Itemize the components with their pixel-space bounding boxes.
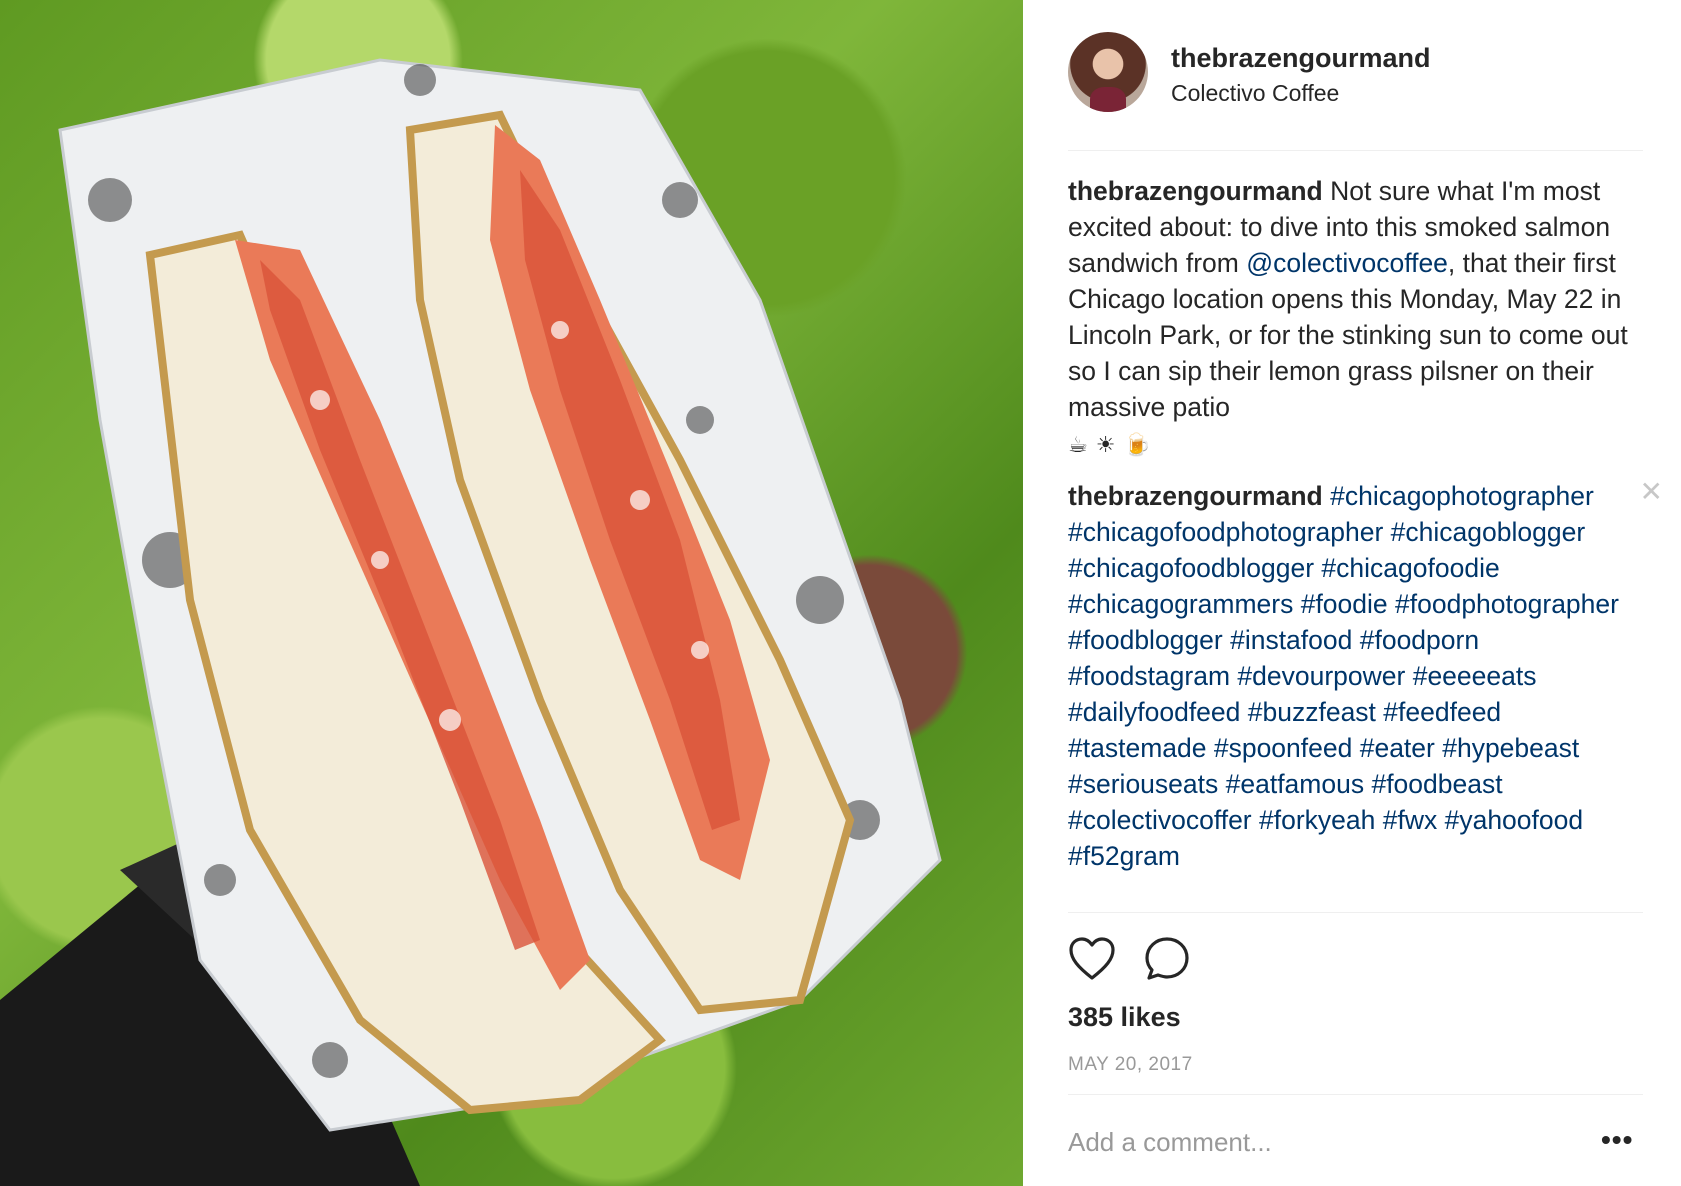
action-bar xyxy=(1068,936,1190,982)
post-sidebar: thebrazengourmand Colectivo Coffee thebr… xyxy=(1023,0,1681,1186)
heart-icon[interactable] xyxy=(1068,936,1116,982)
more-options-icon[interactable]: ••• xyxy=(1601,1124,1633,1156)
caption-mention[interactable]: @colectivocoffee xyxy=(1246,248,1448,278)
hashtag-comment: thebrazengourmand #chicagophotographer #… xyxy=(1068,478,1658,874)
post-date[interactable]: MAY 20, 2017 xyxy=(1068,1054,1193,1076)
caption-emojis: ☕☀🍺 xyxy=(1068,433,1159,458)
header-location[interactable]: Colectivo Coffee xyxy=(1171,76,1431,110)
post-photo[interactable] xyxy=(0,0,1023,1186)
sandwich-illustration xyxy=(0,58,942,1186)
post-header: thebrazengourmand Colectivo Coffee xyxy=(1068,32,1643,151)
comment-bubble-icon[interactable] xyxy=(1144,936,1190,982)
hashtag-list[interactable]: #chicagophotographer #chicagofoodphotogr… xyxy=(1068,481,1619,871)
close-icon[interactable]: ✕ xyxy=(1640,474,1663,510)
divider xyxy=(1068,1094,1643,1095)
likes-count[interactable]: 385 likes xyxy=(1068,1002,1181,1033)
comment-input[interactable] xyxy=(1068,1127,1568,1158)
caption-comment: thebrazengourmand Not sure what I'm most… xyxy=(1068,173,1658,464)
instagram-post-view: thebrazengourmand Colectivo Coffee thebr… xyxy=(0,0,1681,1186)
caption-username[interactable]: thebrazengourmand xyxy=(1068,176,1323,206)
avatar[interactable] xyxy=(1068,32,1148,112)
divider xyxy=(1068,912,1643,913)
comments-section: thebrazengourmand Not sure what I'm most… xyxy=(1068,173,1663,888)
header-username[interactable]: thebrazengourmand xyxy=(1171,40,1431,76)
hashtag-comment-username[interactable]: thebrazengourmand xyxy=(1068,481,1323,511)
user-block: thebrazengourmand Colectivo Coffee xyxy=(1171,40,1431,110)
